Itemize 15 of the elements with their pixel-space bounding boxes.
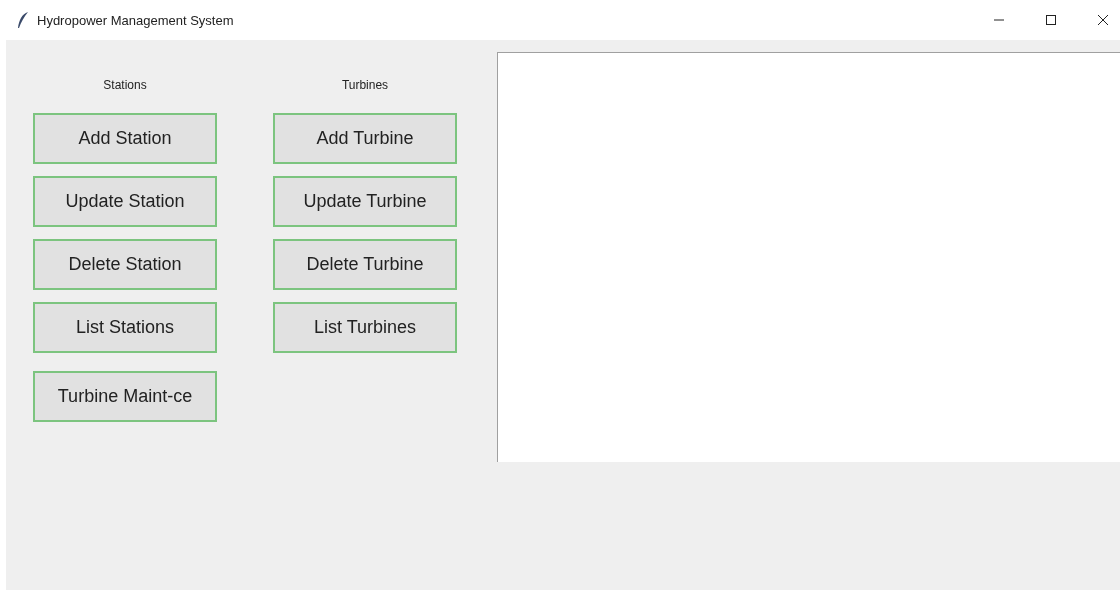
- action-button[interactable]: Update Turbine: [273, 176, 457, 227]
- maximize-icon[interactable]: [1043, 12, 1059, 28]
- column-heading: Stations: [102, 78, 148, 92]
- action-button[interactable]: List Turbines: [273, 302, 457, 353]
- action-button[interactable]: Update Station: [33, 176, 217, 227]
- action-button[interactable]: List Stations: [33, 302, 217, 353]
- close-icon[interactable]: [1095, 12, 1111, 28]
- action-button[interactable]: Add Turbine: [273, 113, 457, 164]
- action-button[interactable]: Turbine Maint-ce: [33, 371, 217, 422]
- action-button[interactable]: Delete Station: [33, 239, 217, 290]
- window-title: Hydropower Management System: [37, 12, 234, 28]
- feather-icon: [16, 11, 30, 29]
- column-heading: Turbines: [340, 78, 390, 92]
- action-button[interactable]: Delete Turbine: [273, 239, 457, 290]
- action-button[interactable]: Add Station: [33, 113, 217, 164]
